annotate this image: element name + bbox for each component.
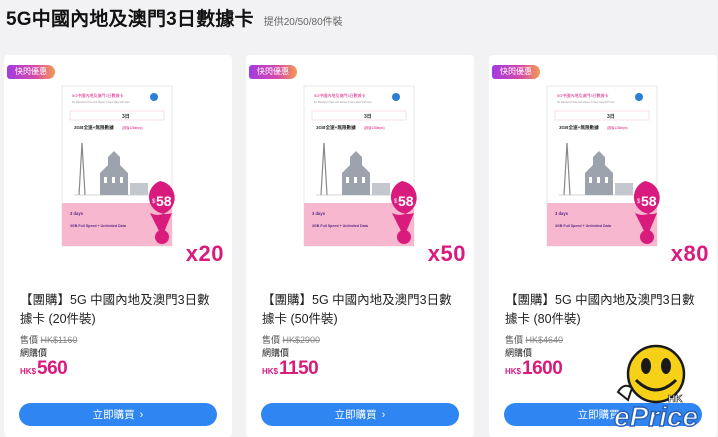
original-price: 售價 HK$2900 xyxy=(262,333,320,346)
original-price-value: HK$1160 xyxy=(40,335,78,345)
svg-text:58: 58 xyxy=(641,193,657,209)
svg-text:58: 58 xyxy=(156,193,172,209)
buy-now-label: 立即購買 xyxy=(92,409,135,421)
svg-text:5G中國內地及澳門3日數據卡: 5G中國內地及澳門3日數據卡 xyxy=(72,92,124,98)
price-currency: HK$ xyxy=(262,367,279,376)
svg-text:3GB全速+無限數據: 3GB全速+無限數據 xyxy=(316,124,356,131)
svg-text:5G Mainland China and Macao 3: 5G Mainland China and Macao 3 Days Data … xyxy=(557,101,615,104)
original-price: 售價 HK$4640 xyxy=(505,333,563,346)
sim-card-product-image: 5G中國內地及澳門3日數據卡 5G Mainland China and Mac… xyxy=(303,85,417,247)
pack-quantity: x80 xyxy=(670,241,709,266)
svg-text:3日: 3日 xyxy=(364,113,372,120)
watermark-text: ePrice xyxy=(614,401,698,432)
product-name[interactable]: 【團購】5G 中國內地及澳門3日數據卡 (80件裝) xyxy=(505,291,705,329)
svg-text:3 days: 3 days xyxy=(312,211,326,216)
price-amount: 1150 xyxy=(279,358,319,379)
product-card[interactable]: 快閃優惠 5G中國內地及澳門3日數據卡 5G Mainland China an… xyxy=(246,55,474,437)
svg-text:(其後128kbps): (其後128kbps) xyxy=(122,125,143,130)
chevron-right-icon: › xyxy=(381,408,386,421)
sim-card-product-image: 5G中國內地及澳門3日數據卡 5G Mainland China and Mac… xyxy=(546,85,660,247)
original-price-value: HK$4640 xyxy=(525,335,564,345)
page-subtitle: 提供20/50/80件裝 xyxy=(263,17,343,28)
svg-text:3GB全速+無限數據: 3GB全速+無限數據 xyxy=(559,124,599,131)
product-name[interactable]: 【團購】5G 中國內地及澳門3日數據卡 (20件裝) xyxy=(20,291,220,329)
online-price: HK$ 560 xyxy=(20,358,68,380)
svg-text:(其後128kbps): (其後128kbps) xyxy=(607,125,628,130)
original-price: 售價 HK$1160 xyxy=(20,333,77,346)
pack-quantity: x50 xyxy=(427,241,466,266)
svg-text:3GB全速+無限數據: 3GB全速+無限數據 xyxy=(74,124,114,131)
svg-text:3GB Full Speed + Unlimited Dat: 3GB Full Speed + Unlimited Data xyxy=(555,224,612,228)
svg-text:3 days: 3 days xyxy=(555,211,569,216)
online-price: HK$ 1600 xyxy=(505,358,563,380)
product-name[interactable]: 【團購】5G 中國內地及澳門3日數據卡 (50件裝) xyxy=(262,291,462,329)
buy-now-label: 立即購買 xyxy=(334,409,377,421)
original-price-label: 售價 xyxy=(262,335,281,345)
buy-now-button[interactable]: 立即購買 › xyxy=(261,403,459,426)
svg-text:(其後128kbps): (其後128kbps) xyxy=(364,125,385,130)
buy-now-button[interactable]: 立即購買 › xyxy=(19,403,217,426)
chevron-right-icon: › xyxy=(139,408,144,421)
price-amount: 560 xyxy=(37,358,68,379)
svg-text:5G Mainland China and Macao 3: 5G Mainland China and Macao 3 Days Data … xyxy=(72,101,130,104)
original-price-value: HK$2900 xyxy=(282,335,321,345)
online-price: HK$ 1150 xyxy=(262,358,319,380)
original-price-label: 售價 xyxy=(505,335,524,345)
original-price-label: 售價 xyxy=(20,335,39,345)
svg-text:3GB Full Speed + Unlimited Dat: 3GB Full Speed + Unlimited Data xyxy=(70,224,127,228)
svg-text:3 days: 3 days xyxy=(70,211,84,216)
svg-text:5G中國內地及澳門3日數據卡: 5G中國內地及澳門3日數據卡 xyxy=(557,92,609,98)
sim-card-product-image: 5G中國內地及澳門3日數據卡 5G Mainland China and Mac… xyxy=(61,85,175,247)
svg-text:5G中國內地及澳門3日數據卡: 5G中國內地及澳門3日數據卡 xyxy=(314,92,366,98)
pack-quantity: x20 xyxy=(185,241,224,266)
price-currency: HK$ xyxy=(20,367,37,376)
price-amount: 1600 xyxy=(522,358,563,379)
svg-text:5G Mainland China and Macao 3: 5G Mainland China and Macao 3 Days Data … xyxy=(314,101,372,104)
svg-text:3日: 3日 xyxy=(122,113,130,120)
page-header: 5G中國內地及澳門3日數據卡 提供20/50/80件裝 xyxy=(6,4,343,31)
product-card[interactable]: 快閃優惠 5G中國內地及澳門3日數據卡 5G Mainland China an… xyxy=(4,55,232,437)
svg-text:58: 58 xyxy=(398,193,414,209)
price-currency: HK$ xyxy=(505,367,522,376)
page-title: 5G中國內地及澳門3日數據卡 xyxy=(6,9,254,30)
svg-text:3GB Full Speed + Unlimited Dat: 3GB Full Speed + Unlimited Data xyxy=(312,224,369,228)
svg-text:3日: 3日 xyxy=(607,113,615,120)
eprice-watermark-logo: HK ePrice xyxy=(613,344,699,433)
